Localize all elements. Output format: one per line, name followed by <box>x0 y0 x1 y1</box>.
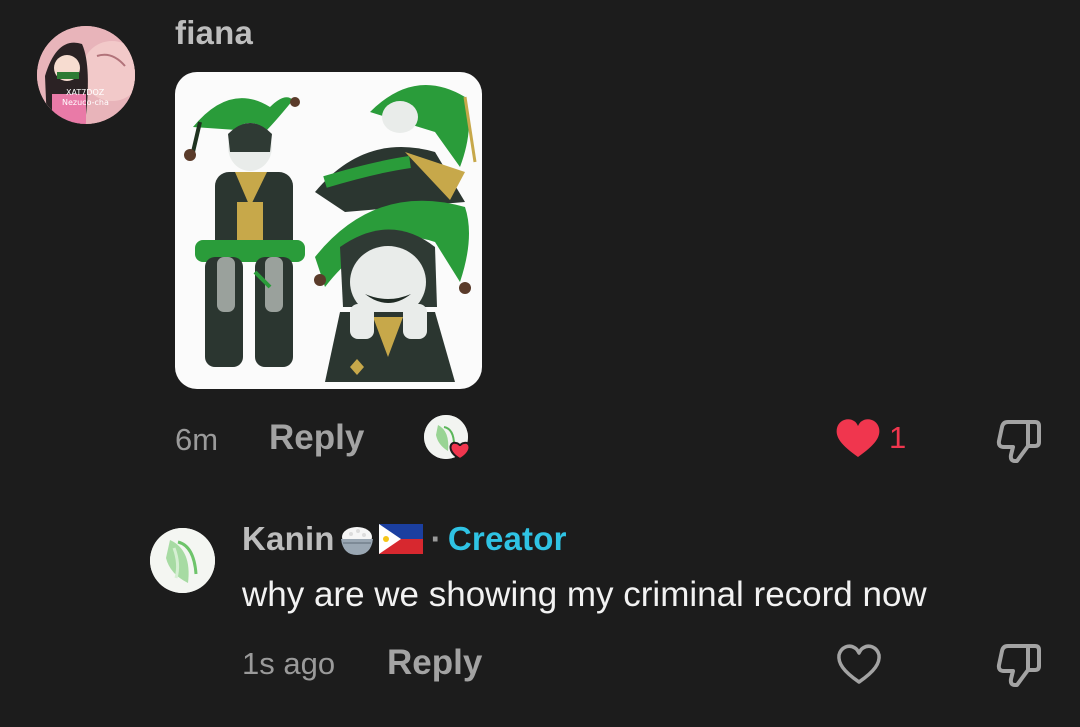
like-count: 1 <box>889 420 907 455</box>
thumbs-down-icon <box>996 420 1041 463</box>
image-icon <box>184 85 477 382</box>
reply-avatar[interactable] <box>150 528 215 593</box>
creator-liked-badge <box>424 415 471 461</box>
rice-bowl-icon <box>340 527 373 555</box>
avatar-image: XAT7DOZ Nezuco-cha <box>37 26 135 124</box>
like-button[interactable] <box>835 642 883 686</box>
comment-username[interactable]: fiana <box>175 14 253 52</box>
avatar-caption: Nezuco-cha <box>62 98 109 107</box>
philippines-flag-icon <box>378 524 423 554</box>
like-button[interactable]: 1 <box>835 417 906 459</box>
reply-text: why are we showing my criminal record no… <box>242 575 927 614</box>
heart-outline-icon <box>837 644 881 684</box>
comment-timestamp: 6m <box>175 422 219 457</box>
dislike-button[interactable] <box>995 416 1043 464</box>
dislike-button[interactable] <box>995 640 1043 688</box>
avatar[interactable]: XAT7DOZ Nezuco-cha <box>37 26 135 124</box>
reply-button[interactable]: Reply <box>269 418 364 458</box>
thumbs-down-icon <box>996 644 1041 687</box>
heart-filled-icon <box>836 419 880 457</box>
comment-image-attachment[interactable] <box>175 72 482 389</box>
avatar-caption: XAT7DOZ <box>66 88 105 97</box>
avatar-image <box>150 528 215 593</box>
creator-badge: Creator <box>447 520 567 557</box>
creator-avatar-icon <box>424 415 471 461</box>
comment-thread: XAT7DOZ Nezuco-cha fiana 6m Reply 1 Kani… <box>0 0 1080 727</box>
reply-button[interactable]: Reply <box>387 643 482 683</box>
reply-username[interactable]: Kanin <box>242 520 335 558</box>
reply-timestamp: 1s ago <box>242 646 336 681</box>
reply-author: Kanin · Creator <box>242 519 567 559</box>
separator-dot: · <box>430 520 442 557</box>
